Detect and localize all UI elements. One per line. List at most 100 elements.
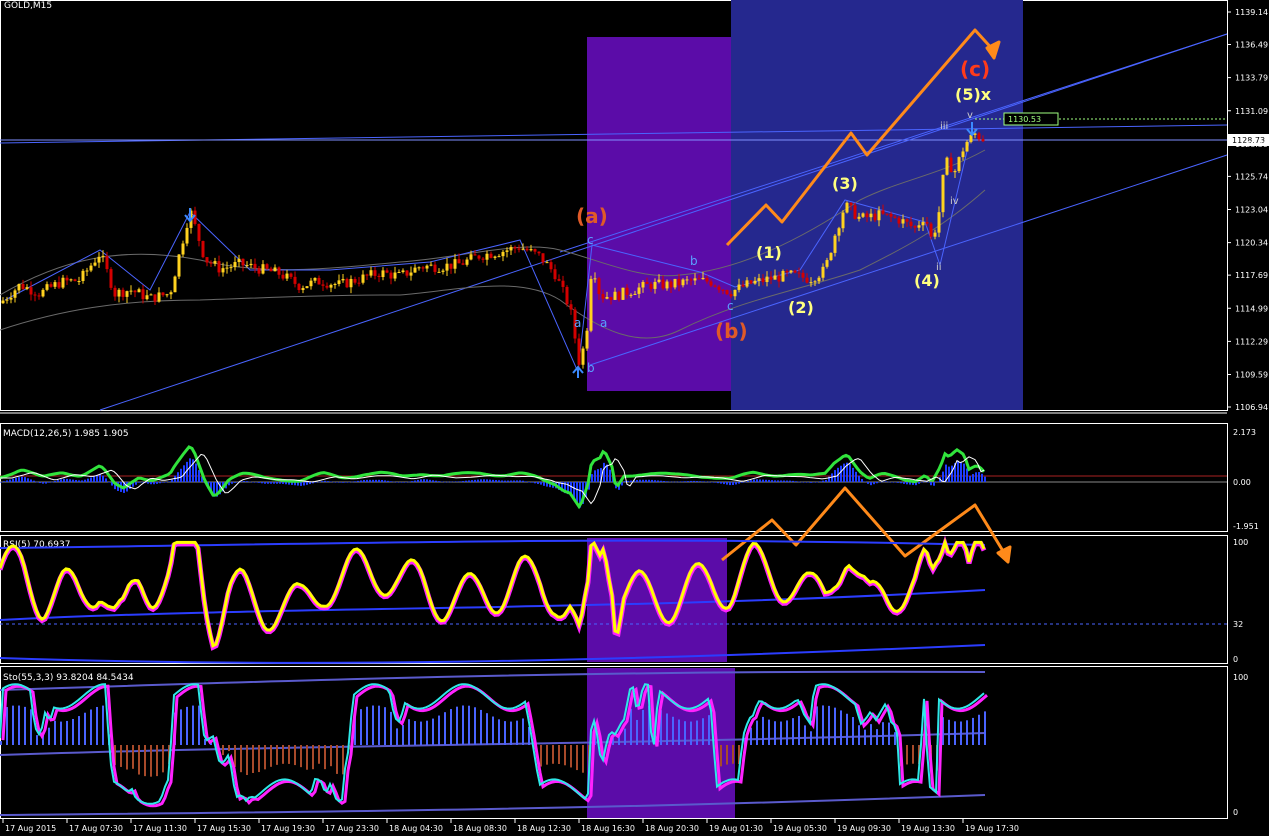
- macd-histogram-bar: [408, 481, 410, 483]
- macd-histogram-bar: [465, 480, 467, 482]
- macd-histogram-bar: [669, 481, 671, 483]
- macd-histogram-bar: [162, 482, 164, 483]
- macd-histogram-bar: [309, 482, 311, 485]
- macd-histogram-bar: [885, 481, 887, 482]
- candle-body: [121, 289, 125, 297]
- candle-body: [421, 267, 425, 269]
- candle-body: [337, 280, 341, 284]
- sto-histogram-bar: [636, 719, 638, 745]
- candle-body: [697, 278, 701, 280]
- candle-body: [285, 273, 289, 279]
- candle-body: [369, 270, 373, 276]
- candle-body: [141, 289, 145, 300]
- macd-histogram-bar: [672, 481, 674, 483]
- candle-body: [729, 294, 733, 297]
- wave-label-5x: (5)x: [955, 85, 992, 104]
- macd-axis-top: 2.173: [1233, 428, 1256, 437]
- macd-histogram-bar: [927, 482, 929, 483]
- sto-histogram-bar: [960, 721, 962, 745]
- sto-histogram-bar: [774, 721, 776, 745]
- macd-histogram-bar: [273, 482, 275, 484]
- sto-histogram-bar: [558, 745, 560, 764]
- macd-histogram-bar: [72, 479, 74, 482]
- macd-histogram-bar: [411, 481, 413, 482]
- candle-body: [613, 291, 617, 300]
- macd-histogram-bar: [75, 480, 77, 482]
- candle-body: [929, 223, 933, 237]
- sto-histogram-bar: [96, 706, 98, 745]
- sto-histogram-bar: [510, 721, 512, 745]
- sto-histogram-bar: [852, 717, 854, 745]
- candle-body: [897, 217, 901, 224]
- sto-histogram-bar: [708, 715, 710, 745]
- candle-body: [937, 212, 941, 233]
- sto-histogram-bar: [810, 731, 812, 745]
- candle-body: [961, 151, 965, 158]
- macd-histogram-bar: [231, 482, 233, 484]
- macd-histogram-bar: [681, 481, 683, 482]
- macd-histogram-bar: [741, 482, 743, 483]
- macd-histogram-bar: [879, 482, 881, 483]
- macd-histogram-bar: [540, 482, 542, 485]
- sto-histogram-bar: [504, 721, 506, 745]
- macd-histogram-bar: [279, 482, 281, 484]
- sto-histogram-bar: [186, 706, 188, 745]
- macd-histogram-bar: [285, 482, 287, 485]
- macd-histogram-bar: [168, 481, 170, 482]
- candle-body: [817, 277, 821, 282]
- macd-histogram-bar: [330, 481, 332, 483]
- sto-histogram-bar: [474, 707, 476, 745]
- sto-histogram-bar: [414, 721, 416, 745]
- candle-body: [749, 280, 753, 284]
- macd-histogram-bar: [657, 480, 659, 482]
- wave-label-a1: a: [574, 316, 581, 330]
- sto-histogram-bar: [378, 705, 380, 745]
- wave-label-b-orange: (b): [715, 319, 748, 343]
- sto-histogram-bar: [0, 741, 2, 745]
- candle-body: [765, 276, 769, 283]
- candle-body: [97, 256, 101, 263]
- macd-histogram-bar: [783, 480, 785, 482]
- sto-histogram-bar: [666, 713, 668, 745]
- sto-histogram-bar: [750, 727, 752, 745]
- macd-histogram-bar: [405, 482, 407, 483]
- macd-histogram-bar: [96, 475, 98, 482]
- sto-histogram-bar: [438, 715, 440, 745]
- sto-histogram-bar: [984, 711, 986, 745]
- candle-body: [417, 267, 421, 269]
- candle-body: [485, 253, 489, 260]
- sto-histogram-bar: [498, 719, 500, 745]
- candle-body: [57, 282, 61, 288]
- candle-body: [429, 264, 433, 266]
- candle-body: [577, 338, 581, 365]
- candle-body: [669, 281, 673, 288]
- macd-histogram-bar: [522, 480, 524, 482]
- macd-histogram-bar: [693, 480, 695, 482]
- candle-body: [145, 295, 149, 300]
- sto-histogram-bar: [444, 712, 446, 745]
- sto-histogram-bar: [756, 720, 758, 745]
- candle-body: [17, 284, 21, 291]
- macd-histogram-bar: [189, 458, 191, 482]
- rsi-axis-32: 32: [1233, 620, 1243, 629]
- macd-histogram-bar: [150, 482, 152, 485]
- macd-histogram-bar: [390, 481, 392, 482]
- macd-histogram-bar: [135, 482, 137, 485]
- candle-body: [81, 270, 85, 282]
- candle-body: [873, 213, 877, 221]
- sto-histogram-bar: [486, 713, 488, 745]
- macd-histogram-bar: [843, 463, 845, 482]
- candle-body: [317, 277, 321, 285]
- sto-histogram-bar: [282, 745, 284, 764]
- macd-histogram-bar: [198, 470, 200, 482]
- trading-chart[interactable]: GOLD,M15 1130.53 1128.73 (a) (b) (c) (5)…: [0, 0, 1269, 836]
- macd-histogram-bar: [762, 479, 764, 482]
- candle-body: [373, 270, 377, 276]
- macd-histogram-bar: [867, 482, 869, 484]
- candle-body: [161, 292, 165, 296]
- macd-histogram-bar: [720, 482, 722, 484]
- candle-body: [297, 283, 301, 291]
- macd-histogram-bar: [897, 482, 899, 483]
- macd-histogram-bar: [840, 465, 842, 482]
- candle-body: [149, 294, 153, 296]
